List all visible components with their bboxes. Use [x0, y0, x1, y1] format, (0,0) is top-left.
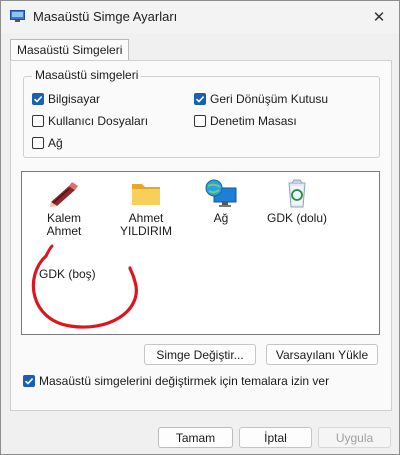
checkbox-unchecked-icon — [194, 115, 206, 127]
computer-pencil-icon — [50, 182, 78, 207]
icon-label: GDK (dolu) — [266, 211, 328, 225]
checkbox-network[interactable]: Ağ — [32, 136, 63, 150]
list-item-ahmet-yildirim[interactable]: Ahmet YILDIRIM — [111, 178, 181, 238]
checkbox-label: Geri Dönüşüm Kutusu — [210, 92, 329, 106]
desktop-settings-icon — [10, 10, 25, 22]
recycle-bin-full-icon — [288, 179, 306, 208]
network-icon — [205, 179, 237, 207]
list-item-network[interactable]: Ağ — [186, 178, 256, 225]
close-button[interactable]: ✕ — [359, 1, 399, 33]
checkbox-computer[interactable]: Bilgisayar — [32, 92, 100, 106]
icon-label: Ağ — [213, 211, 229, 225]
user-folder-icon — [132, 184, 160, 205]
restore-default-button[interactable]: Varsayılanı Yükle — [266, 344, 378, 365]
checkbox-label: Masaüstü simgelerini değiştirmek için te… — [39, 374, 330, 388]
desktop-icon-list[interactable]: Kalem Ahmet Ahmet YILDIRIM Ağ GDK (dolu)… — [21, 171, 380, 335]
ok-button[interactable]: Tamam — [158, 427, 233, 448]
list-item-recycle-bin-full[interactable]: GDK (dolu) — [262, 178, 332, 225]
checkbox-label: Bilgisayar — [48, 92, 101, 106]
desktop-icon-settings-dialog: Masaüstü Simge Ayarları ✕ Masaüstü Simge… — [0, 0, 400, 455]
window-title: Masaüstü Simge Ayarları — [33, 9, 178, 24]
checkbox-label: Denetim Masası — [210, 114, 297, 128]
checkbox-allow-themes[interactable]: Masaüstü simgelerini değiştirmek için te… — [23, 374, 329, 388]
title-bar: Masaüstü Simge Ayarları ✕ — [1, 1, 399, 33]
checkbox-control-panel[interactable]: Denetim Masası — [194, 114, 297, 128]
checkbox-unchecked-icon — [32, 115, 44, 127]
desktop-icons-group: Masaüstü simgeleri Bilgisayar Geri Dönüş… — [23, 68, 380, 158]
checkbox-checked-icon — [32, 93, 44, 105]
close-icon: ✕ — [372, 9, 386, 26]
checkbox-checked-icon — [194, 93, 206, 105]
group-legend: Masaüstü simgeleri — [32, 68, 142, 82]
icon-label: Kalem Ahmet — [46, 211, 82, 238]
checkbox-user-files[interactable]: Kullanıcı Dosyaları — [32, 114, 148, 128]
red-annotation-circle — [31, 244, 138, 329]
change-icon-button[interactable]: Simge Değiştir... — [144, 344, 256, 365]
tab-strip: Masaüstü Simgeleri — [10, 39, 392, 62]
list-item-kalem-ahmet[interactable]: Kalem Ahmet — [29, 178, 99, 238]
tab-panel: Masaüstü simgeleri Bilgisayar Geri Dönüş… — [10, 60, 392, 411]
apply-button[interactable]: Uygula — [318, 427, 391, 448]
checkbox-checked-icon — [23, 375, 35, 387]
icon-label: Ahmet YILDIRIM — [119, 211, 172, 238]
checkbox-recycle-bin[interactable]: Geri Dönüşüm Kutusu — [194, 92, 328, 106]
cancel-button[interactable]: İptal — [239, 427, 312, 448]
checkbox-unchecked-icon — [32, 137, 44, 149]
checkbox-label: Ağ — [48, 136, 63, 150]
checkbox-label: Kullanıcı Dosyaları — [48, 114, 149, 128]
tab-desktop-icons[interactable]: Masaüstü Simgeleri — [10, 39, 130, 62]
